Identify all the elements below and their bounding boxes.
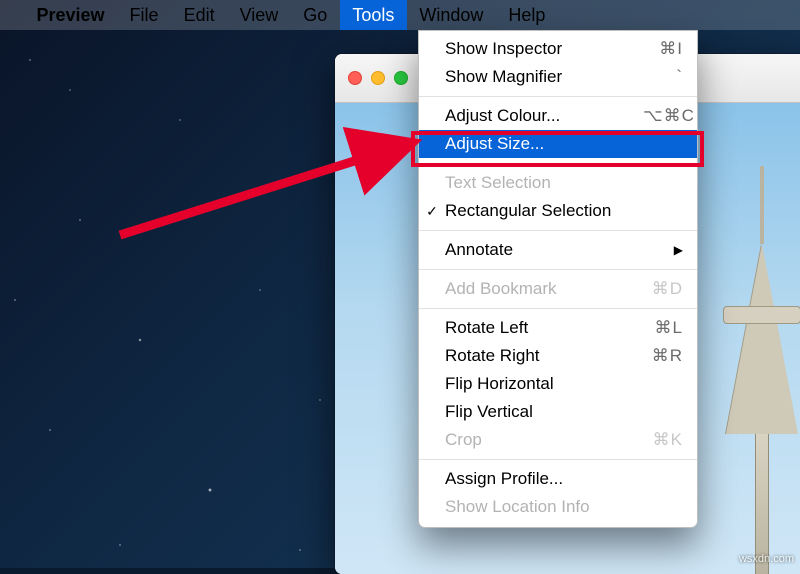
menu-item-annotate[interactable]: Annotate▶	[419, 236, 697, 264]
menu-item-label: Crop	[445, 426, 643, 454]
check-icon: ✓	[419, 197, 445, 225]
menu-item-label: Rectangular Selection	[445, 197, 643, 225]
menu-item-adjust-size[interactable]: Adjust Size...	[419, 130, 697, 158]
menu-separator	[419, 308, 697, 309]
menu-item-show-inspector[interactable]: Show Inspector⌘I	[419, 35, 697, 63]
menu-item-label: Text Selection	[445, 169, 643, 197]
watermark: wsxdn.com	[739, 553, 794, 565]
menu-item-label: Flip Horizontal	[445, 370, 643, 398]
menu-item-text-selection: Text Selection	[419, 169, 697, 197]
menu-item-show-magnifier[interactable]: Show Magnifier`	[419, 63, 697, 91]
menubar-tools[interactable]: Tools	[340, 0, 407, 30]
menu-item-label: Rotate Left	[445, 314, 643, 342]
menubar-appname[interactable]: Preview	[24, 0, 117, 30]
menubar-edit[interactable]: Edit	[171, 0, 227, 30]
menu-item-label: Flip Vertical	[445, 398, 643, 426]
apple-menu[interactable]	[14, 0, 24, 30]
submenu-arrow-icon: ▶	[674, 236, 683, 264]
menu-shortcut: ⌘K	[643, 426, 697, 454]
menubar-view[interactable]: View	[227, 0, 291, 30]
menu-item-crop: Crop⌘K	[419, 426, 697, 454]
menubar-go[interactable]: Go	[291, 0, 340, 30]
menu-item-show-location-info: Show Location Info	[419, 493, 697, 521]
menu-shortcut: ⌘R	[643, 342, 697, 370]
image-content	[717, 174, 800, 574]
menu-item-label: Adjust Colour...	[445, 102, 643, 130]
fullscreen-button[interactable]	[394, 71, 408, 85]
menu-item-flip-horizontal[interactable]: Flip Horizontal	[419, 370, 697, 398]
menu-item-label: Show Magnifier	[445, 63, 643, 91]
menu-item-label: Adjust Size...	[445, 130, 643, 158]
menu-item-label: Add Bookmark	[445, 275, 643, 303]
menu-shortcut: ⌥⌘C	[643, 102, 697, 130]
menu-item-add-bookmark: Add Bookmark⌘D	[419, 275, 697, 303]
menu-item-rotate-right[interactable]: Rotate Right⌘R	[419, 342, 697, 370]
menu-item-label: Assign Profile...	[445, 465, 643, 493]
tools-menu: Show Inspector⌘IShow Magnifier`Adjust Co…	[418, 30, 698, 528]
menu-shortcut: ⌘L	[643, 314, 697, 342]
menu-item-label: Show Location Info	[445, 493, 643, 521]
menu-item-rotate-left[interactable]: Rotate Left⌘L	[419, 314, 697, 342]
close-button[interactable]	[348, 71, 362, 85]
menubar-window[interactable]: Window	[407, 0, 496, 30]
menu-separator	[419, 230, 697, 231]
menu-shortcut: ⌘D	[643, 275, 697, 303]
menu-item-label: Rotate Right	[445, 342, 643, 370]
window-controls	[348, 71, 408, 85]
menubar-file[interactable]: File	[117, 0, 171, 30]
menu-shortcut: ⌘I	[643, 35, 697, 63]
menu-item-label: Annotate	[445, 236, 697, 264]
menu-item-label: Show Inspector	[445, 35, 643, 63]
menu-item-adjust-colour[interactable]: Adjust Colour...⌥⌘C	[419, 102, 697, 130]
minimize-button[interactable]	[371, 71, 385, 85]
menubar: Preview File Edit View Go Tools Window H…	[0, 0, 800, 30]
menu-item-flip-vertical[interactable]: Flip Vertical	[419, 398, 697, 426]
menu-item-assign-profile[interactable]: Assign Profile...	[419, 465, 697, 493]
menu-shortcut: `	[643, 63, 697, 91]
menu-separator	[419, 459, 697, 460]
menu-separator	[419, 96, 697, 97]
menu-separator	[419, 269, 697, 270]
menu-separator	[419, 163, 697, 164]
menu-item-rectangular-selection[interactable]: ✓Rectangular Selection	[419, 197, 697, 225]
menubar-help[interactable]: Help	[496, 0, 558, 30]
